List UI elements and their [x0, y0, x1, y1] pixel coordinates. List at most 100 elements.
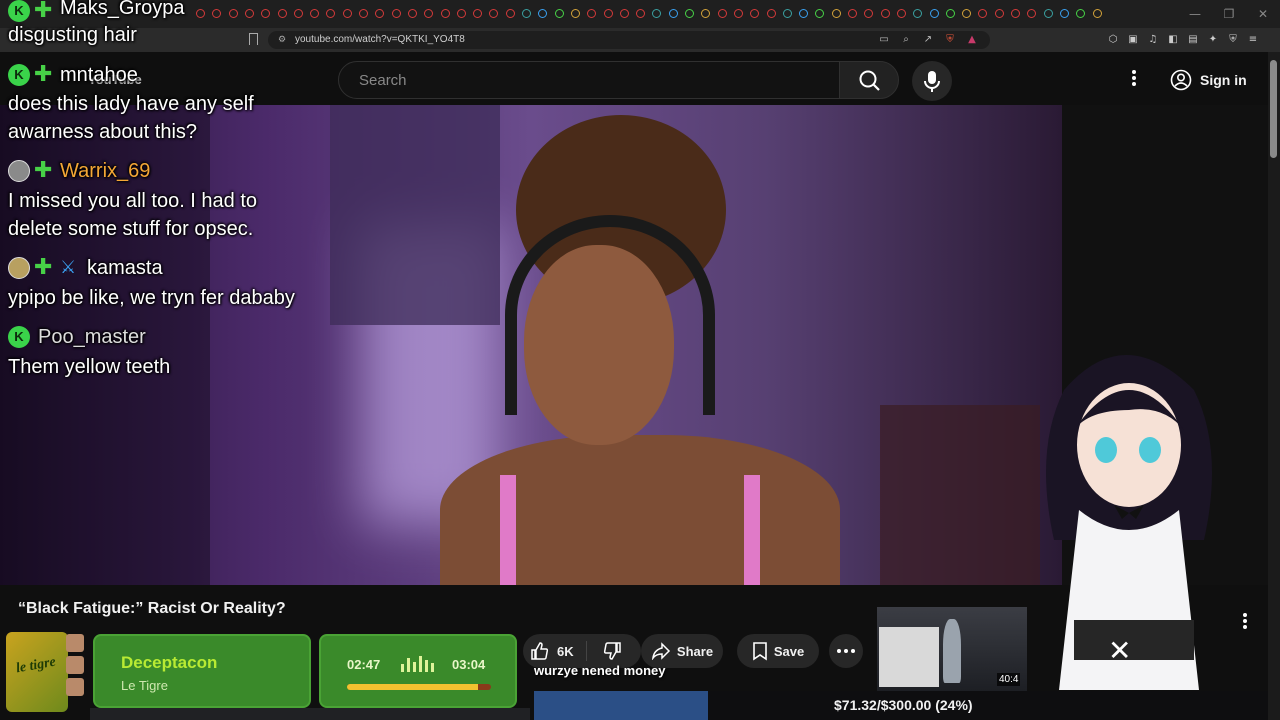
bookmark-icon[interactable]: [249, 33, 258, 45]
related-video-thumbnail[interactable]: 40:4: [877, 607, 1027, 691]
browser-tab[interactable]: [196, 9, 205, 18]
browser-tab[interactable]: [815, 9, 825, 18]
brave-shield-icon[interactable]: ⛨: [942, 33, 958, 47]
browser-tab[interactable]: [913, 9, 923, 18]
extension-icon[interactable]: ▣: [1126, 33, 1140, 47]
browser-tab[interactable]: [685, 9, 694, 18]
browser-tab[interactable]: [1059, 9, 1069, 18]
browser-tab[interactable]: [831, 9, 841, 18]
browser-tab[interactable]: [554, 9, 564, 18]
browser-tab[interactable]: [505, 9, 515, 18]
close-icon[interactable]: ✕: [1108, 634, 1131, 667]
browser-tab[interactable]: [489, 9, 499, 18]
zoom-icon[interactable]: ⌕: [898, 33, 914, 47]
browser-tab[interactable]: [619, 9, 629, 18]
wallet-icon[interactable]: ▤: [1186, 33, 1200, 47]
browser-tab[interactable]: [391, 9, 401, 18]
browser-tab[interactable]: [994, 9, 1004, 18]
extension-icon[interactable]: ⬡: [1106, 33, 1120, 47]
maximize-button[interactable]: ❐: [1212, 0, 1246, 28]
browser-tab[interactable]: [424, 9, 434, 18]
browser-tab[interactable]: [1027, 9, 1037, 18]
browser-tab[interactable]: [880, 9, 890, 18]
browser-tab[interactable]: [733, 9, 743, 18]
browser-tab[interactable]: [668, 9, 678, 18]
browser-tab[interactable]: [1076, 9, 1086, 18]
browser-tab[interactable]: [864, 9, 874, 18]
browser-tab[interactable]: [538, 9, 548, 18]
chat-message: Them yellow teeth: [8, 356, 171, 378]
browser-tab[interactable]: [375, 9, 385, 18]
browser-tab[interactable]: [945, 9, 955, 18]
browser-tab[interactable]: [636, 9, 646, 18]
browser-tab[interactable]: [587, 9, 597, 18]
browser-tab[interactable]: [522, 9, 531, 18]
browser-tab[interactable]: [342, 9, 352, 18]
share-page-icon[interactable]: ↗: [920, 33, 936, 47]
like-button[interactable]: 6K: [529, 641, 587, 661]
browser-tab[interactable]: [717, 9, 727, 18]
browser-tab[interactable]: [978, 9, 988, 18]
minimize-button[interactable]: —: [1178, 0, 1212, 28]
browser-tab[interactable]: [456, 9, 466, 18]
settings-menu-button[interactable]: [1126, 68, 1142, 90]
browser-tab[interactable]: [473, 9, 483, 18]
leo-icon[interactable]: ✦: [1206, 33, 1220, 47]
browser-tab[interactable]: [799, 9, 809, 18]
browser-tab[interactable]: [244, 9, 254, 18]
thumbs-down-icon: [603, 642, 621, 660]
video-person-top: [500, 475, 760, 585]
screenshot-icon[interactable]: ▭: [876, 33, 892, 47]
video-player[interactable]: [0, 105, 1062, 585]
browser-tab[interactable]: [1092, 9, 1102, 18]
browser-tab[interactable]: [962, 9, 972, 18]
related-video-menu-button[interactable]: [1240, 611, 1250, 631]
browser-tab[interactable]: [407, 9, 417, 18]
browser-tab[interactable]: [782, 9, 792, 18]
chat-message: does this lady have any self: [8, 93, 254, 115]
vpn-icon[interactable]: ⛨: [1226, 33, 1240, 47]
browser-tab[interactable]: [603, 9, 613, 18]
menu-icon[interactable]: ≡: [1246, 33, 1260, 47]
url-field[interactable]: ⚙ youtube.com/watch?v=QKTKI_YO4T8 ▭ ⌕ ↗ …: [268, 31, 990, 49]
browser-tab[interactable]: [570, 9, 580, 18]
browser-tab[interactable]: [929, 9, 939, 18]
rewards-icon[interactable]: ▲: [964, 33, 980, 47]
song-elapsed-time: 02:47: [347, 657, 381, 672]
browser-tab[interactable]: [277, 9, 287, 18]
browser-tab[interactable]: [326, 9, 336, 18]
thumbnail-person: [943, 619, 961, 683]
browser-tab[interactable]: [359, 9, 368, 18]
music-icon[interactable]: ♫: [1146, 33, 1160, 47]
browser-tab[interactable]: [293, 9, 303, 18]
donation-ticker: wurzye nened money: [534, 663, 666, 678]
scrollbar-thumb[interactable]: [1270, 60, 1277, 158]
close-window-button[interactable]: ✕: [1246, 0, 1280, 28]
save-button[interactable]: Save: [737, 634, 819, 668]
browser-tab[interactable]: [440, 9, 450, 18]
browser-tab[interactable]: [1011, 9, 1020, 18]
sign-in-button[interactable]: Sign in: [1160, 62, 1257, 98]
browser-tab[interactable]: [750, 9, 760, 18]
browser-tab[interactable]: [261, 9, 271, 18]
browser-tab[interactable]: [212, 9, 222, 18]
browser-tab[interactable]: [228, 9, 238, 18]
chat-username: mntahoe: [60, 64, 138, 86]
search-input[interactable]: [359, 70, 799, 90]
bookmark-save-icon: [753, 642, 767, 661]
browser-tab[interactable]: [652, 9, 662, 18]
browser-tab[interactable]: [896, 9, 906, 18]
sidebar-icon[interactable]: ◧: [1166, 33, 1180, 47]
dislike-button[interactable]: [593, 641, 623, 661]
search-button[interactable]: [839, 61, 899, 99]
browser-tab[interactable]: [848, 9, 857, 18]
song-artist: Le Tigre: [121, 678, 168, 693]
site-info-icon[interactable]: ⚙: [278, 35, 286, 45]
voice-search-button[interactable]: [912, 61, 952, 101]
browser-tab[interactable]: [1043, 9, 1053, 18]
browser-tab[interactable]: [701, 9, 711, 18]
more-actions-button[interactable]: [829, 634, 863, 668]
save-label: Save: [773, 643, 805, 659]
browser-tab[interactable]: [766, 9, 776, 18]
browser-tab[interactable]: [310, 9, 320, 18]
